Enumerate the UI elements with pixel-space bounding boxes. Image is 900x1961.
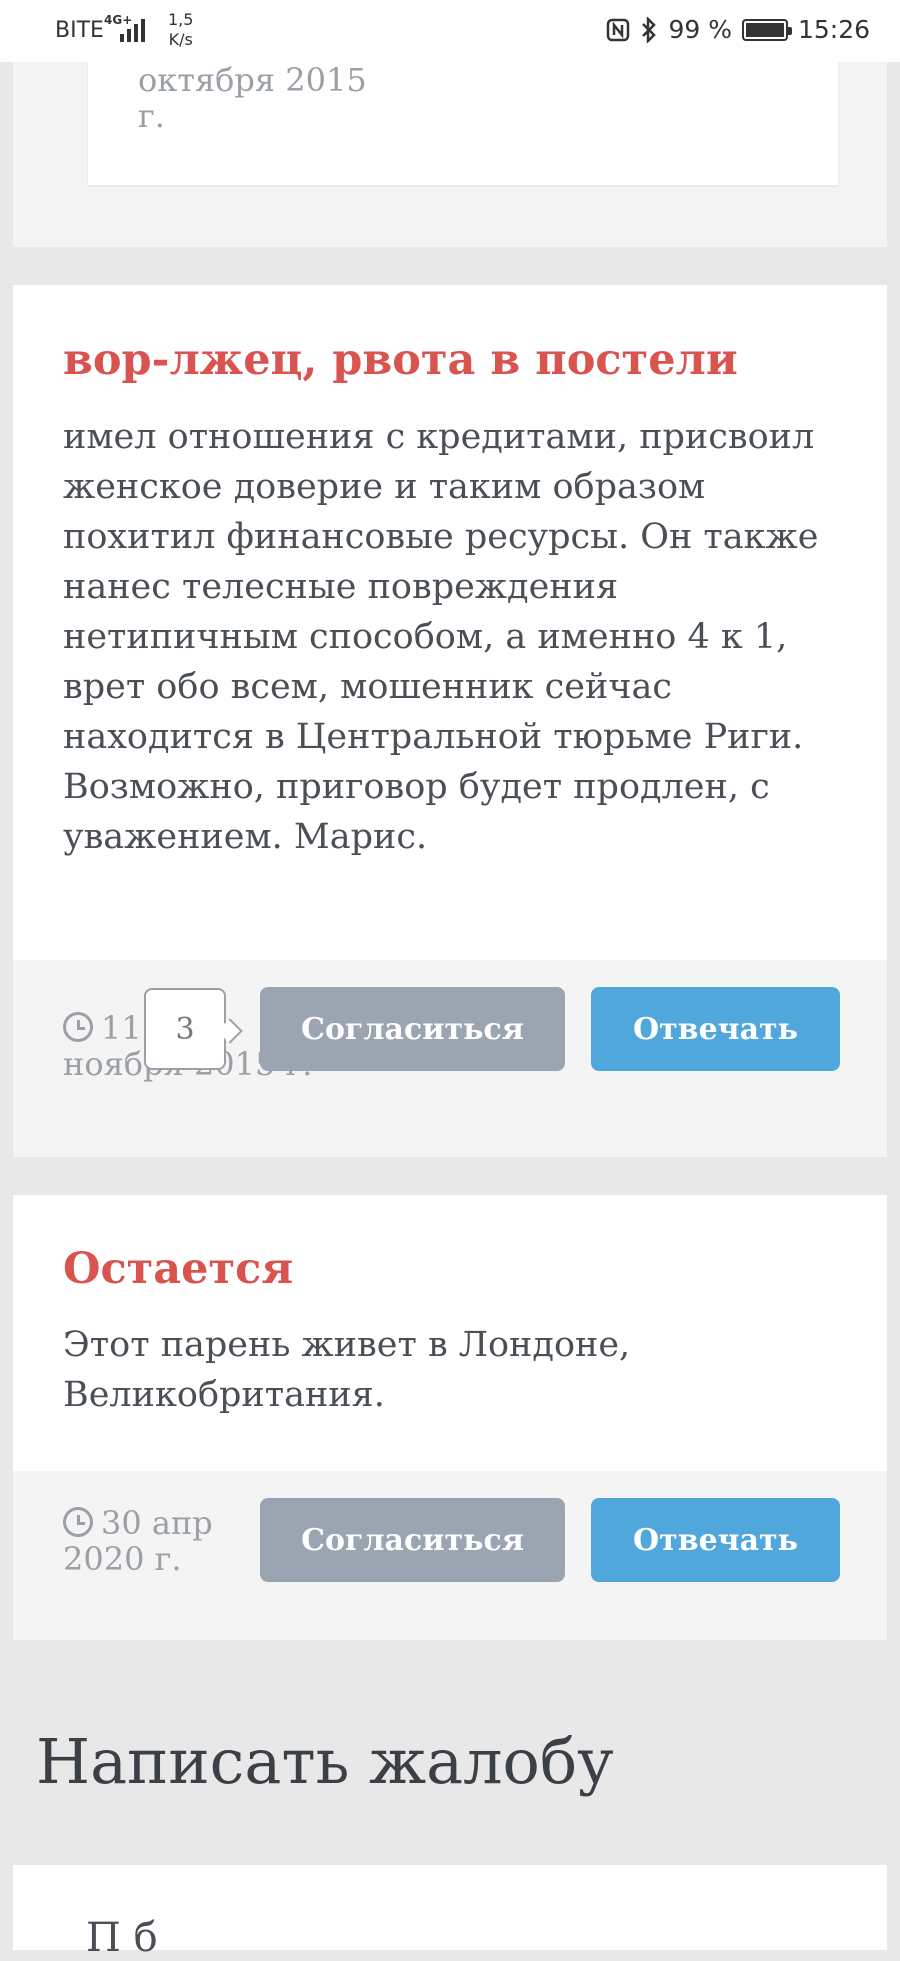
clock-icon: [63, 1507, 93, 1537]
complaint-card: вор-лжец, рвота в постели имел отношения…: [13, 285, 887, 1157]
date-rest: 2020 г.: [63, 1540, 182, 1578]
signal-icon: [120, 19, 145, 42]
status-bar: BITE 4G+ 1,5 K/s 99 % 15:26: [0, 0, 900, 62]
battery-fill: [745, 22, 784, 37]
complaint-footer: 11 ноября 2015 г. 3 Согласиться Отвечать: [13, 960, 887, 1157]
previous-date-line1: октября 2015: [138, 61, 367, 99]
agree-button[interactable]: Согласиться: [260, 987, 565, 1071]
speed-unit: K/s: [168, 30, 193, 49]
previous-date: октября 2015 г.: [138, 62, 367, 134]
agree-button[interactable]: Согласиться: [260, 1498, 565, 1582]
battery-icon: [741, 18, 792, 41]
clock-time: 15:26: [797, 15, 870, 44]
date-day: 11: [101, 1009, 142, 1047]
form-hint-text: П б: [86, 1915, 158, 1961]
network-speed: 1,5 K/s: [168, 10, 193, 50]
complaint-footer: 30 апр 2020 г. Согласиться Отвечать: [13, 1471, 887, 1640]
previous-date-line2: г.: [138, 97, 165, 135]
battery-percent: 99 %: [668, 15, 732, 44]
write-complaint-heading: Написать жалобу: [36, 1725, 614, 1798]
complaint-body: имел отношения с кредитами, присвоил жен…: [63, 417, 819, 857]
status-right: 99 % 15:26: [606, 15, 870, 44]
complaint-card: Остается Этот парень живет в Лондоне, Ве…: [13, 1195, 887, 1640]
reply-button[interactable]: Отвечать: [591, 987, 840, 1071]
complaint-date: 30 апр 2020 г.: [63, 1505, 213, 1577]
complaint-title[interactable]: Остается: [63, 1242, 293, 1296]
complaint-body: Этот парень живет в Лондоне, Великобрита…: [63, 1325, 631, 1415]
date-day: 30 апр: [101, 1504, 213, 1542]
bluetooth-icon: [642, 16, 657, 43]
agree-count-badge: 3: [144, 988, 226, 1070]
reply-button[interactable]: Отвечать: [591, 1498, 840, 1582]
clock-icon: [63, 1012, 93, 1042]
speed-value: 1,5: [168, 10, 194, 29]
carrier-name: BITE: [55, 18, 104, 43]
complaint-title[interactable]: вор-лжец, рвота в постели: [63, 333, 738, 387]
nfc-icon: [607, 18, 630, 41]
